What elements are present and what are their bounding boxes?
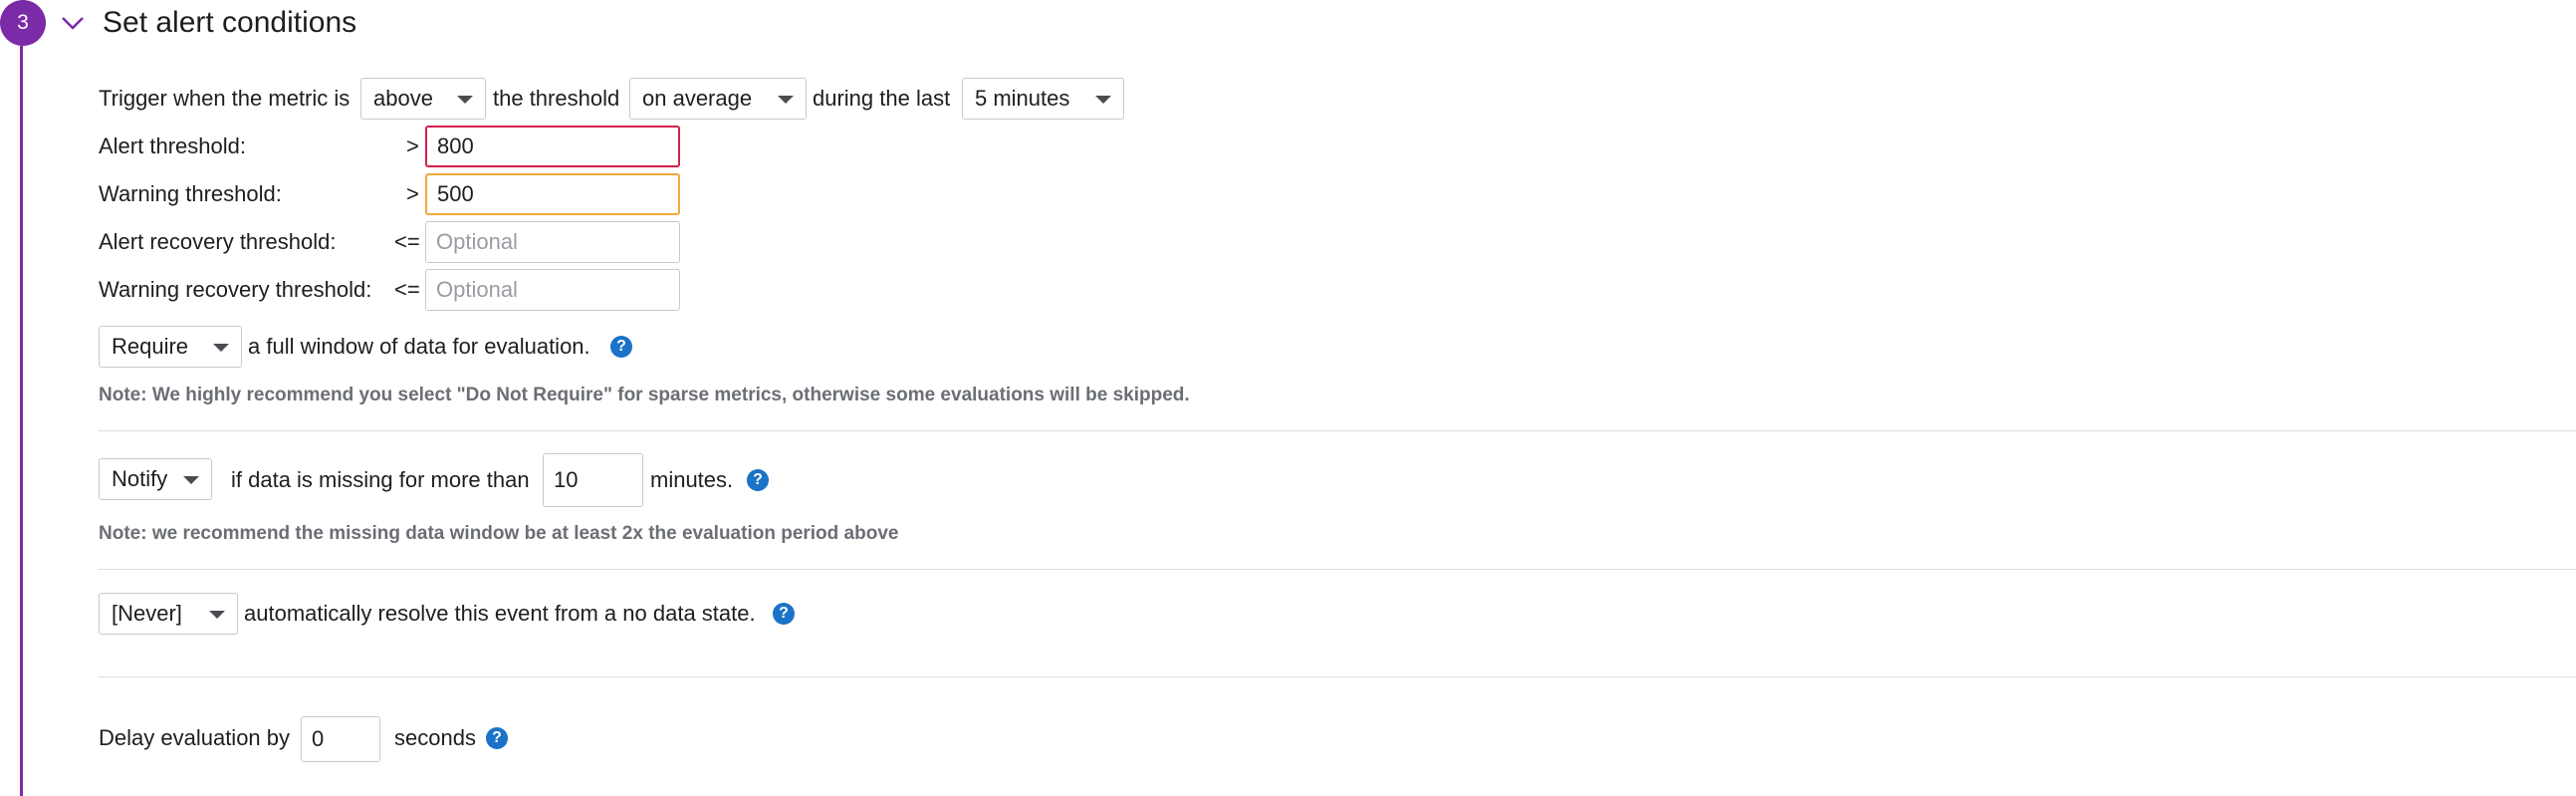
alert-recovery-threshold-input[interactable]: Optional <box>425 221 680 263</box>
auto-resolve-text: automatically resolve this event from a … <box>244 601 756 626</box>
delay-unit: seconds <box>394 725 476 750</box>
warning-threshold-input[interactable]: 500 <box>425 173 680 215</box>
comparison-select-value: above <box>373 86 433 111</box>
warning-recovery-operator: <= <box>394 277 420 302</box>
caret-down-icon <box>183 476 199 484</box>
delay-evaluation-label: Delay evaluation by <box>99 725 291 750</box>
notify-missing-data-select-value: Notify <box>112 466 168 491</box>
full-window-text: a full window of data for evaluation. <box>248 334 590 359</box>
aggregation-select[interactable]: on average <box>629 78 807 120</box>
caret-down-icon <box>457 96 473 104</box>
warning-recovery-threshold-label: Warning recovery threshold: <box>99 277 372 302</box>
section-divider <box>99 676 2576 677</box>
auto-resolve-select[interactable]: [Never] <box>99 593 238 635</box>
missing-data-text: if data is missing for more than <box>231 467 530 492</box>
help-icon[interactable]: ? <box>773 603 795 625</box>
step-progress-line <box>20 46 23 796</box>
alert-threshold-label: Alert threshold: <box>99 133 246 158</box>
time-window-select[interactable]: 5 minutes <box>962 78 1124 120</box>
time-window-select-value: 5 minutes <box>975 86 1070 111</box>
section-divider <box>99 430 2576 431</box>
section-divider <box>99 569 2576 570</box>
help-icon[interactable]: ? <box>486 727 508 749</box>
alert-recovery-threshold-label: Alert recovery threshold: <box>99 229 337 254</box>
aggregation-select-value: on average <box>642 86 753 111</box>
notify-missing-data-select[interactable]: Notify <box>99 458 212 500</box>
comparison-select[interactable]: above <box>360 78 486 120</box>
alert-recovery-operator: <= <box>394 229 420 254</box>
alert-threshold-operator: > <box>406 133 419 158</box>
chevron-down-icon[interactable] <box>60 10 86 36</box>
warning-threshold-operator: > <box>406 181 419 206</box>
trigger-prefix-text: Trigger when the metric is <box>99 86 351 111</box>
alert-threshold-input[interactable]: 800 <box>425 126 680 167</box>
caret-down-icon <box>213 344 229 352</box>
caret-down-icon <box>778 96 794 104</box>
auto-resolve-select-value: [Never] <box>112 601 182 626</box>
require-full-window-select-value: Require <box>112 334 189 359</box>
warning-recovery-threshold-input[interactable]: Optional <box>425 269 680 311</box>
warning-threshold-label: Warning threshold: <box>99 181 282 206</box>
missing-data-note: Note: we recommend the missing data wind… <box>99 523 899 544</box>
help-icon[interactable]: ? <box>747 469 769 491</box>
caret-down-icon <box>209 611 225 619</box>
full-window-note: Note: We highly recommend you select "Do… <box>99 385 1190 405</box>
missing-data-minutes-input[interactable]: 10 <box>543 453 643 507</box>
delay-seconds-input[interactable]: 0 <box>301 716 380 762</box>
trigger-mid-text: the threshold <box>493 86 620 111</box>
missing-data-unit: minutes. <box>650 467 734 492</box>
step-number-badge: 3 <box>0 0 46 46</box>
require-full-window-select[interactable]: Require <box>99 326 242 368</box>
caret-down-icon <box>1095 96 1111 104</box>
trigger-during-text: during the last <box>813 86 951 111</box>
section-title: Set alert conditions <box>103 6 357 39</box>
help-icon[interactable]: ? <box>610 336 632 358</box>
